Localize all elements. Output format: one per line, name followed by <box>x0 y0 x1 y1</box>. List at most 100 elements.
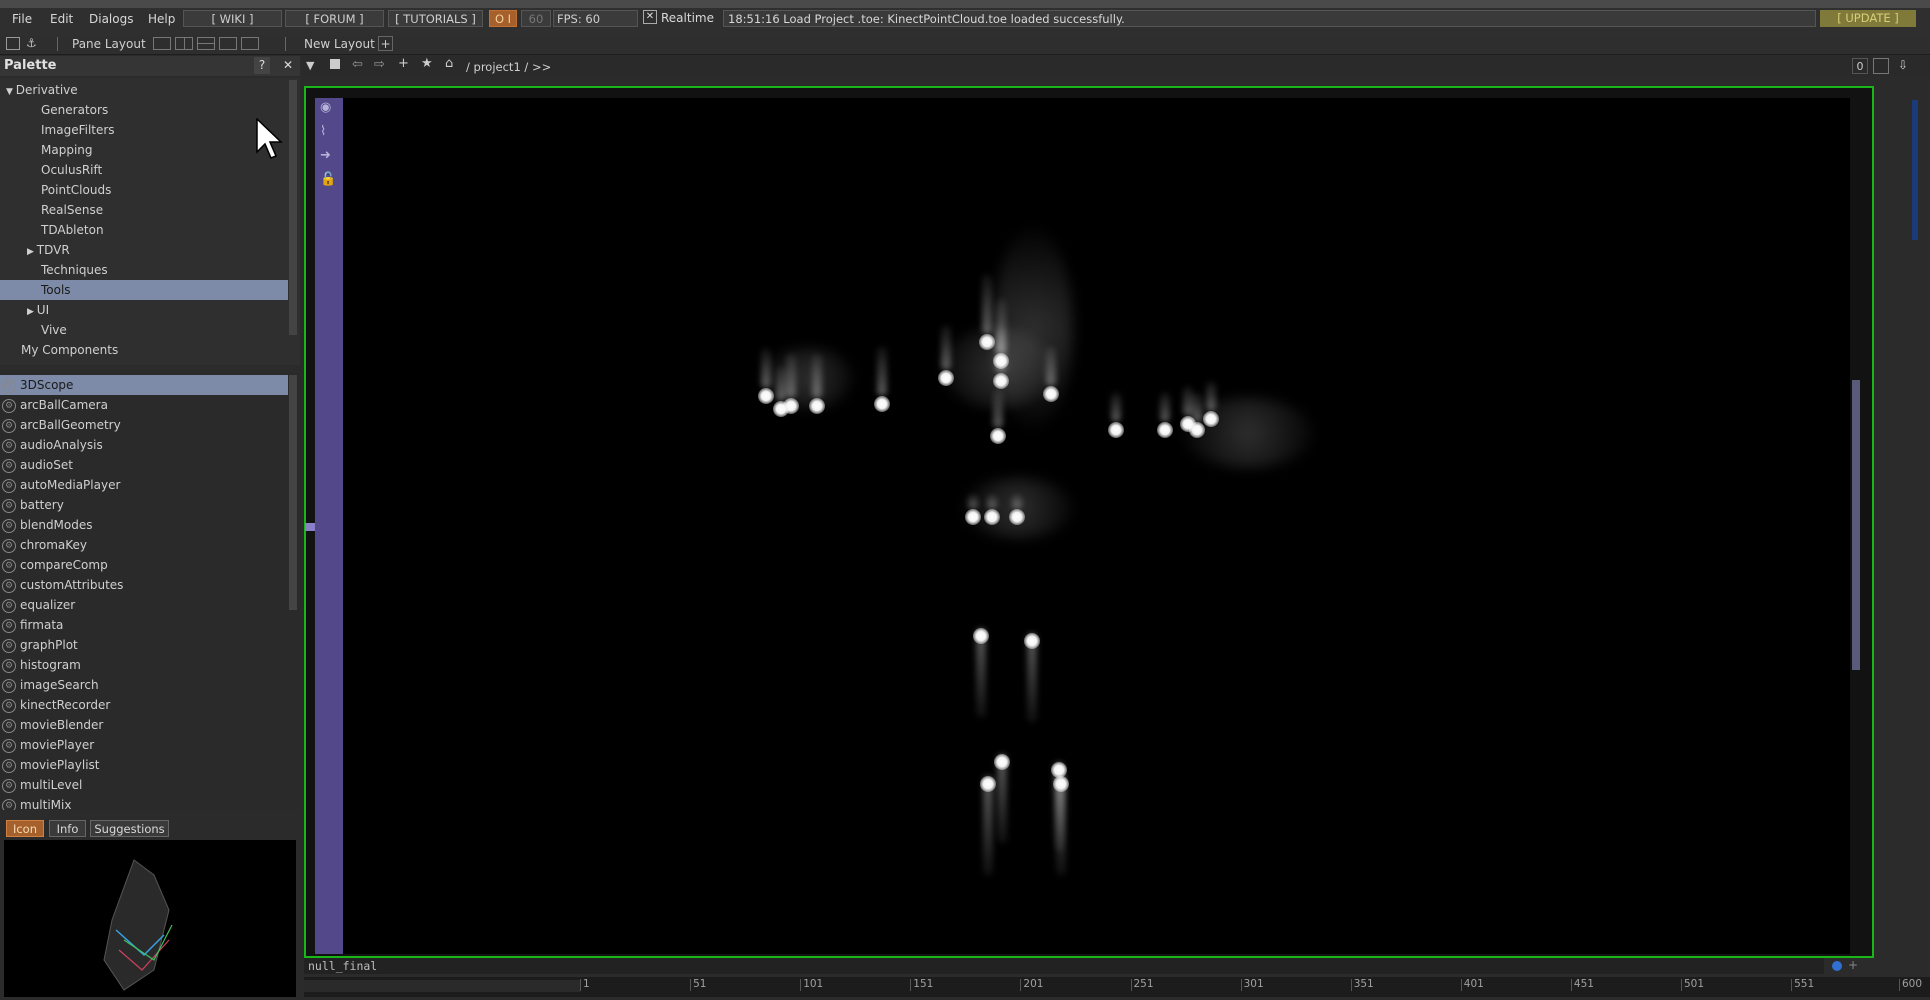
component-item-histogram[interactable]: ⚙ histogram <box>0 655 288 675</box>
component-item-movieblender[interactable]: ⚙ movieBlender <box>0 715 288 735</box>
component-item-firmata[interactable]: ⚙ firmata <box>0 615 288 635</box>
palette-tree-item-imagefilters[interactable]: ImageFilters <box>0 120 288 140</box>
home-icon[interactable]: ⌂ <box>445 56 453 71</box>
layout-single-icon[interactable] <box>153 37 171 50</box>
palette-tree-item-mapping[interactable]: Mapping <box>0 140 288 160</box>
menu-file[interactable]: File <box>12 12 32 26</box>
anchor-icon[interactable]: ⚓ <box>26 36 37 50</box>
palette-tree-label: Derivative <box>15 83 78 97</box>
component-scrollbar[interactable] <box>289 375 297 610</box>
menu-dialogs[interactable]: Dialogs <box>89 12 133 26</box>
layout-three-pane-icon[interactable] <box>219 37 237 50</box>
component-item-graphplot[interactable]: ⚙ graphPlot <box>0 635 288 655</box>
component-label: arcBallCamera <box>20 398 108 412</box>
stop-icon[interactable] <box>330 59 340 69</box>
outer-scrollbar[interactable] <box>1912 100 1918 240</box>
add-node-icon[interactable]: + <box>398 56 409 71</box>
palette-tree-item-ui[interactable]: ▶ UI <box>0 300 288 320</box>
palette-tree-item-pointclouds[interactable]: PointClouds <box>0 180 288 200</box>
palette-tree-label: Techniques <box>41 263 108 277</box>
fps-cap-field[interactable]: 60 <box>521 10 551 27</box>
palette-tree-item-tools[interactable]: Tools <box>0 280 288 300</box>
component-item-battery[interactable]: ⚙ battery <box>0 495 288 515</box>
component-item-customattributes[interactable]: ⚙ customAttributes <box>0 575 288 595</box>
tab-icon[interactable]: Icon <box>6 820 44 837</box>
component-item-chromakey[interactable]: ⚙ chromaKey <box>0 535 288 555</box>
viewer-left-handle[interactable] <box>305 523 315 531</box>
component-item-kinectrecorder[interactable]: ⚙ kinectRecorder <box>0 695 288 715</box>
component-item-movieplaylist[interactable]: ⚙ moviePlaylist <box>0 755 288 775</box>
component-gear-icon: ⚙ <box>2 718 16 733</box>
update-button[interactable]: [ UPDATE ] <box>1820 10 1916 27</box>
menu-help[interactable]: Help <box>148 12 175 26</box>
layout-four-pane-icon[interactable] <box>241 37 259 50</box>
forward-icon[interactable]: ⇨ <box>374 57 385 72</box>
collapse-arrow-icon[interactable]: ▶ <box>27 247 37 257</box>
component-item-audioanalysis[interactable]: ⚙ audioAnalysis <box>0 435 288 455</box>
window-icon[interactable] <box>6 37 20 50</box>
network-path[interactable]: / project1 / >> <box>466 60 551 74</box>
wiki-button[interactable]: [ WIKI ] <box>183 10 282 27</box>
palette-close-button[interactable]: ✕ <box>280 57 296 74</box>
bookmark-star-icon[interactable]: ★ <box>421 56 433 71</box>
palette-tree-item-realsense[interactable]: RealSense <box>0 200 288 220</box>
component-item-imagesearch[interactable]: ⚙ imageSearch <box>0 675 288 695</box>
expand-arrow-icon[interactable]: ▼ <box>6 87 16 97</box>
new-layout-button[interactable]: New Layout <box>304 37 375 51</box>
component-preview <box>4 840 296 997</box>
viewer-lock-icon[interactable]: 🔓 <box>320 172 336 187</box>
palette-tree-label: TDVR <box>36 243 70 257</box>
collapse-arrow-icon[interactable]: ▶ <box>27 307 37 317</box>
component-item-multilevel[interactable]: ⚙ multiLevel <box>0 775 288 795</box>
palette-tree-item-vive[interactable]: Vive <box>0 320 288 340</box>
tab-info[interactable]: Info <box>49 820 86 837</box>
component-item-multimix[interactable]: ⚙ multiMix <box>0 795 288 810</box>
component-item-blendmodes[interactable]: ⚙ blendModes <box>0 515 288 535</box>
palette-tree-item-techniques[interactable]: Techniques <box>0 260 288 280</box>
viewer-graph-icon[interactable]: ⌇ <box>320 124 326 139</box>
palette-tree-item-my-components[interactable]: My Components <box>0 340 288 360</box>
component-item-comparecomp[interactable]: ⚙ compareComp <box>0 555 288 575</box>
component-gear-icon: ⚙ <box>2 458 16 473</box>
point-cloud-trail <box>982 274 992 334</box>
realtime-checkbox[interactable]: ✕ <box>643 10 657 24</box>
add-layout-button[interactable]: + <box>378 36 393 51</box>
forum-button[interactable]: [ FORUM ] <box>285 10 384 27</box>
tab-suggestions[interactable]: Suggestions <box>90 820 169 837</box>
viewer-arrow-icon[interactable]: ➜ <box>320 148 331 163</box>
palette-tree-item-generators[interactable]: Generators <box>0 100 288 120</box>
palette-tree-item-tdvr[interactable]: ▶ TDVR <box>0 240 288 260</box>
back-icon[interactable]: ⇦ <box>352 57 363 72</box>
viewer-add-icon[interactable]: + <box>1848 958 1858 972</box>
component-item-3dscope[interactable]: ⚙ 3DScope <box>0 375 288 395</box>
palette-help-button[interactable]: ? <box>254 57 270 74</box>
pane-split-icon[interactable]: ⇩ <box>1898 58 1908 72</box>
viewer-home-icon[interactable]: ◉ <box>320 100 331 115</box>
component-item-movieplayer[interactable]: ⚙ moviePlayer <box>0 735 288 755</box>
tree-scrollbar[interactable] <box>289 80 297 335</box>
menu-edit[interactable]: Edit <box>50 12 73 26</box>
palette-tree-label: PointClouds <box>41 183 112 197</box>
maximize-pane-icon[interactable] <box>1873 58 1889 74</box>
tutorials-button[interactable]: [ TUTORIALS ] <box>388 10 483 27</box>
layout-split-horizontal-icon[interactable] <box>197 37 215 50</box>
palette-title: Palette <box>4 58 57 73</box>
viewer-right-scrollbar[interactable] <box>1852 380 1860 670</box>
realtime-label: Realtime <box>661 11 714 25</box>
palette-tree-item-derivative[interactable]: ▼ Derivative <box>0 80 288 100</box>
pane-layout-label: Pane Layout <box>72 37 146 51</box>
component-item-arcballcamera[interactable]: ⚙ arcBallCamera <box>0 395 288 415</box>
pane-menu-icon[interactable]: ▼ <box>306 59 314 72</box>
palette-tree-item-tdableton[interactable]: TDAbleton <box>0 220 288 240</box>
component-item-arcballgeometry[interactable]: ⚙ arcBallGeometry <box>0 415 288 435</box>
component-item-automediaplayer[interactable]: ⚙ autoMediaPlayer <box>0 475 288 495</box>
point-cloud-viewport[interactable] <box>343 98 1850 954</box>
component-item-equalizer[interactable]: ⚙ equalizer <box>0 595 288 615</box>
layout-split-vertical-icon[interactable] <box>175 37 193 50</box>
component-item-audioset[interactable]: ⚙ audioSet <box>0 455 288 475</box>
joint-point <box>965 509 981 525</box>
oi-toggle-button[interactable]: O I <box>489 10 517 27</box>
component-label: 3DScope <box>20 378 74 392</box>
palette-tree-item-oculusrift[interactable]: OculusRift <box>0 160 288 180</box>
timeline-tick-label: 301 <box>1243 978 1264 990</box>
